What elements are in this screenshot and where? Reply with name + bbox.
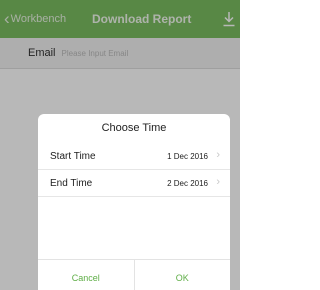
start-time-row[interactable]: Start Time 1 Dec 2016 › [38,143,230,170]
dialog-title: Choose Time [101,122,167,134]
cancel-button[interactable]: Cancel [38,260,135,290]
chevron-right-icon: › [216,149,220,161]
start-time-label: Start Time [50,151,96,162]
dialog-footer: Cancel OK [38,259,230,290]
end-time-label: End Time [50,178,93,189]
choose-time-dialog: Choose Time Start Time 1 Dec 2016 › End … [38,114,230,290]
ok-button[interactable]: OK [135,260,231,290]
end-time-row[interactable]: End Time 2 Dec 2016 › [38,170,230,197]
end-time-value: 2 Dec 2016 [167,179,208,188]
chevron-right-icon: › [216,176,220,188]
start-time-value: 1 Dec 2016 [167,152,208,161]
